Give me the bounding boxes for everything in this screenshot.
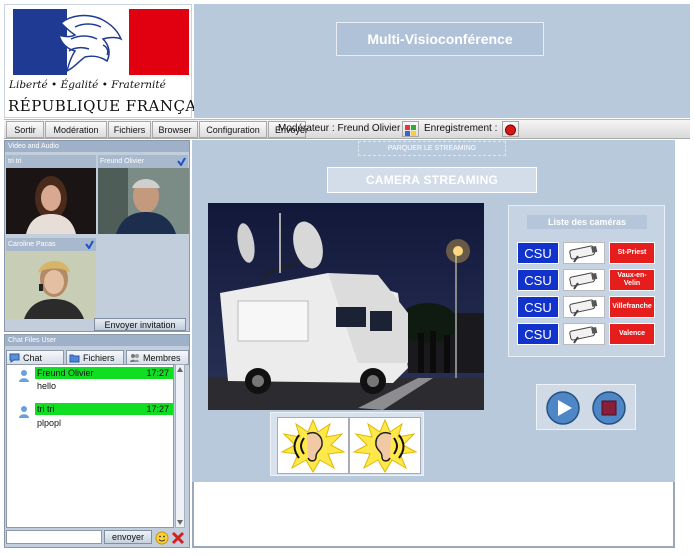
user-icon — [19, 370, 29, 382]
participant-video-tri-tri[interactable] — [6, 168, 96, 234]
message-author: tri tri — [37, 404, 55, 414]
clear-icon — [171, 531, 185, 545]
camera-row-valence[interactable]: CSU Valence — [517, 323, 657, 345]
listen-right-button[interactable] — [349, 417, 421, 474]
camera-stream-video — [208, 203, 484, 410]
chat-bubble-icon — [9, 353, 20, 363]
csu-badge[interactable]: CSU — [517, 242, 559, 264]
clear-chat-button[interactable] — [171, 530, 185, 545]
park-streaming-button[interactable]: PARQUER LE STREAMING — [358, 141, 506, 156]
camera-row-vaux-en-velin[interactable]: CSU Vaux-en-Velin — [517, 269, 657, 291]
moderator-label: Modérateur : Freund Olivier — [278, 123, 401, 134]
cctv-camera-icon[interactable] — [563, 269, 605, 291]
send-message-button[interactable]: envoyer — [104, 530, 152, 544]
moderation-tool-icon[interactable] — [402, 121, 419, 137]
scroll-up-icon — [177, 367, 183, 372]
camera-location-label[interactable]: Valence — [609, 323, 655, 345]
chat-input[interactable] — [6, 530, 102, 544]
recording-label: Enregistrement : — [424, 123, 498, 134]
camera-location-label[interactable]: Villefranche — [609, 296, 655, 318]
user-icon — [19, 406, 29, 418]
ear-sound-icon — [352, 418, 418, 473]
cctv-camera-icon[interactable] — [563, 323, 605, 345]
participant-tile-header: tri tri — [6, 155, 96, 169]
camera-row-villefranche[interactable]: CSU Villefranche — [517, 296, 657, 318]
menu-sortir[interactable]: Sortir — [6, 121, 44, 138]
message-header: tri tri 17:27 — [35, 403, 173, 415]
message-text: plpopl — [37, 418, 62, 428]
participant-name: Caroline Pacas — [8, 241, 56, 248]
marianne-emblem — [13, 9, 189, 75]
logo-motto: Liberté • Égalité • Fraternité — [9, 79, 166, 91]
tab-chat[interactable]: Chat — [6, 350, 64, 365]
checkmark-icon — [177, 157, 186, 166]
message-header: Freund Olivier 17:27 — [35, 367, 173, 379]
message-text: hello — [37, 381, 57, 391]
camera-list-panel: Liste des caméras CSU St-Priest CSU Vaux… — [508, 205, 665, 357]
participant-video-freund-olivier[interactable] — [98, 168, 189, 234]
message-author: Freund Olivier — [37, 368, 94, 378]
chat-panel-title: Chat Files User — [5, 335, 189, 346]
participant-tile-header: Freund Olivier — [98, 155, 188, 169]
chat-scrollbar[interactable] — [175, 364, 185, 528]
play-button[interactable] — [546, 391, 580, 425]
play-icon — [546, 391, 580, 425]
checkmark-icon — [85, 240, 94, 249]
folder-icon — [69, 354, 80, 362]
audio-controls — [270, 412, 424, 476]
camera-row-st-priest[interactable]: CSU St-Priest — [517, 242, 657, 264]
smiley-icon — [155, 531, 169, 545]
camera-list-title: Liste des caméras — [527, 215, 647, 229]
csu-badge[interactable]: CSU — [517, 323, 559, 345]
message-time: 17:27 — [146, 404, 169, 414]
app-title: Multi-Visioconférence — [336, 22, 544, 56]
tab-label: Chat — [23, 352, 43, 363]
participant-name: Freund Olivier — [100, 158, 144, 165]
chat-message-list[interactable]: Freund Olivier 17:27 hello tri tri 17:27… — [6, 364, 174, 528]
stage-footer — [192, 482, 675, 548]
republique-francaise-logo: Liberté • Égalité • Fraternité RÉPUBLIQU… — [4, 4, 225, 118]
participant-video-caroline-pacas[interactable] — [6, 251, 96, 319]
camera-location-label[interactable]: Vaux-en-Velin — [609, 269, 655, 291]
ear-sound-icon — [280, 418, 346, 473]
csu-badge[interactable]: CSU — [517, 269, 559, 291]
video-audio-panel: Video and Audio tri tri Freund Olivier C… — [4, 140, 190, 332]
camera-streaming-button[interactable]: CAMERA STREAMING — [327, 167, 537, 193]
menu-moderation[interactable]: Modération — [45, 121, 107, 138]
scroll-down-icon — [177, 520, 183, 525]
send-invitation-button[interactable]: Envoyer invitation — [94, 318, 186, 331]
record-icon — [505, 124, 516, 136]
right-margin — [675, 140, 690, 548]
participant-tile-header: Caroline Pacas — [6, 238, 96, 252]
message-time: 17:27 — [146, 368, 169, 378]
tab-label: Fichiers — [83, 352, 115, 363]
tab-fichiers[interactable]: Fichiers — [66, 350, 124, 365]
menu-bar: Sortir Modération Fichiers Browser Confi… — [4, 119, 690, 139]
participant-name: tri tri — [8, 158, 22, 165]
stop-button[interactable] — [592, 391, 626, 425]
menu-browser[interactable]: Browser — [152, 121, 198, 138]
menu-fichiers[interactable]: Fichiers — [108, 121, 151, 138]
tab-membres[interactable]: Membres — [126, 350, 189, 365]
cctv-camera-icon[interactable] — [563, 296, 605, 318]
record-button[interactable] — [502, 121, 519, 137]
menu-configuration[interactable]: Configuration — [199, 121, 267, 138]
logo-republic-text: RÉPUBLIQUE FRANÇAISE — [8, 97, 226, 115]
playback-controls — [536, 384, 636, 430]
emoticon-button[interactable] — [155, 530, 169, 545]
stop-icon — [592, 391, 626, 425]
members-icon — [130, 353, 139, 362]
listen-left-button[interactable] — [277, 417, 349, 474]
camera-location-label[interactable]: St-Priest — [609, 242, 655, 264]
csu-badge[interactable]: CSU — [517, 296, 559, 318]
video-panel-title: Video and Audio — [5, 141, 189, 152]
tab-label: Membres — [143, 352, 181, 363]
cctv-camera-icon[interactable] — [563, 242, 605, 264]
